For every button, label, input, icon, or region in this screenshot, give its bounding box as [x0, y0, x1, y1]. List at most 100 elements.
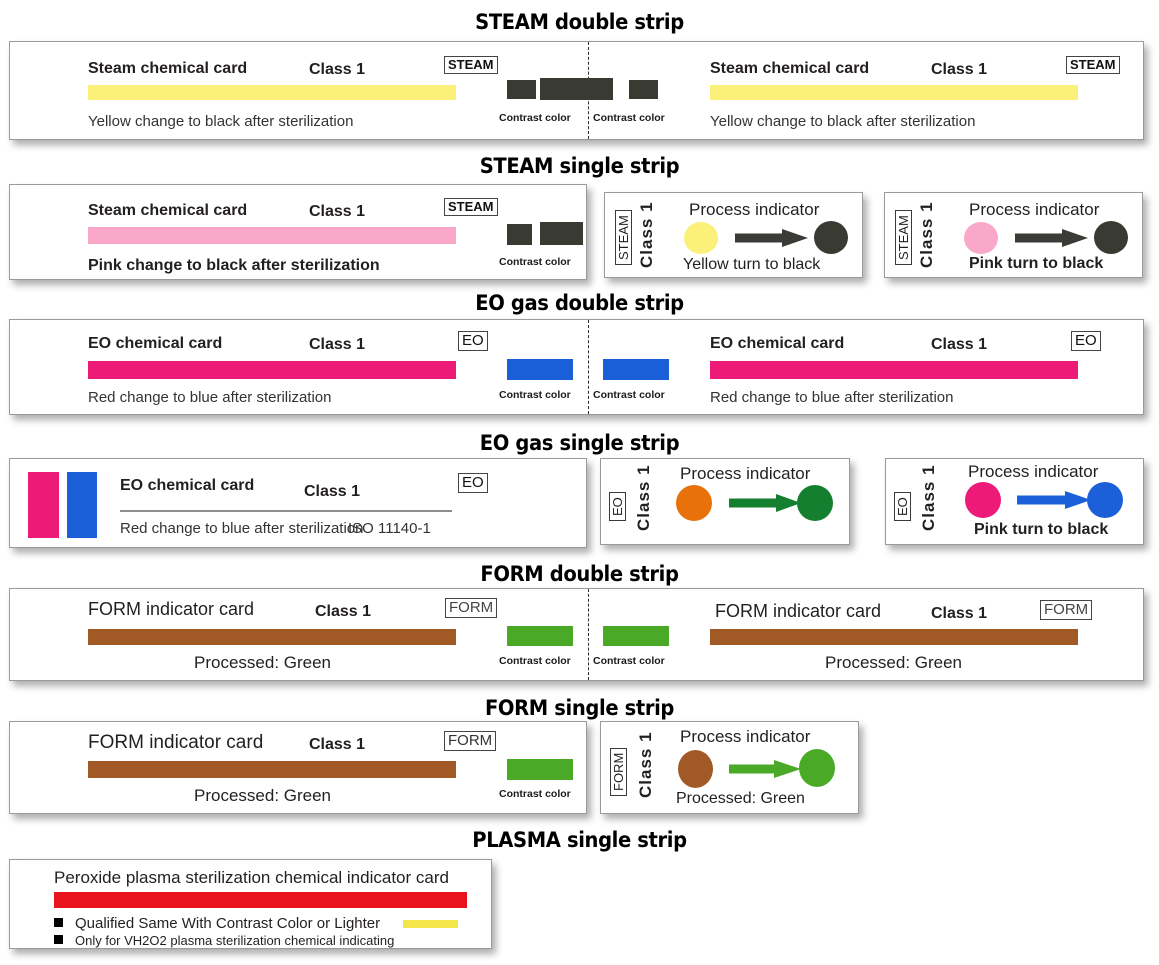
- form-single-class: Class 1: [309, 736, 366, 753]
- steam-vertical-chip: STEAM: [615, 210, 632, 265]
- indicator-caption: Yellow turn to black: [683, 256, 821, 273]
- form-double-left-class: Class 1: [315, 603, 372, 620]
- plasma-legend-swatch: [403, 920, 458, 928]
- section-title-form-single: FORM single strip: [484, 696, 675, 720]
- card-eo-single[interactable]: EO chemical card Class 1 EO Red change t…: [9, 458, 587, 548]
- contrast-swatch-right: [603, 359, 669, 380]
- form-double-right-caption: Processed: Green: [825, 653, 963, 672]
- steam-double-right-class: Class 1: [931, 61, 988, 78]
- contrast-swatch: [507, 759, 573, 780]
- transition-arrow: [1015, 229, 1088, 247]
- steam-single-title: Steam chemical card: [88, 202, 248, 219]
- steam-single-bar: [88, 227, 456, 244]
- section-title-form-double: FORM double strip: [480, 562, 679, 586]
- steam-double-left-caption: Yellow change to black after sterilizati…: [88, 113, 354, 130]
- contrast-swatch-right: [603, 626, 669, 646]
- card-steam-single[interactable]: Steam chemical card Class 1 STEAM Pink c…: [9, 184, 587, 280]
- contrast-swatch-b: [540, 222, 583, 245]
- eo-swatch-blue: [67, 472, 97, 538]
- indicator-dot-after: [1094, 221, 1128, 254]
- section-title-steam-single: STEAM single strip: [479, 154, 680, 178]
- transition-arrow: [1017, 491, 1091, 509]
- plasma-bullet-1: Qualified Same With Contrast Color or Li…: [75, 915, 381, 932]
- indicator-dot-after: [797, 485, 833, 521]
- contrast-swatch-left: [507, 626, 573, 646]
- contrast-color-label-right: Contrast color: [593, 389, 665, 401]
- eo-double-right-title: EO chemical card: [710, 335, 845, 352]
- indicator-caption: Pink turn to black: [974, 521, 1109, 538]
- contrast-color-label-left: Contrast color: [499, 112, 571, 124]
- card-form-indicator[interactable]: FORM Class 1 Process indicator Processed…: [600, 721, 859, 814]
- indicator-dot-before: [684, 222, 718, 254]
- steam-single-class: Class 1: [309, 203, 366, 220]
- transition-arrow: [729, 494, 801, 512]
- steam-double-right-bar: [710, 85, 1078, 100]
- eo-double-left-class: Class 1: [309, 336, 366, 353]
- eo-double-left-chip: EO: [458, 331, 488, 351]
- card-form-single[interactable]: FORM indicator card Class 1 FORM Process…: [9, 721, 587, 814]
- contrast-color-label-right: Contrast color: [593, 112, 665, 124]
- card-eo-double[interactable]: EO chemical card Class 1 EO Red change t…: [9, 319, 1144, 415]
- contrast-swatch-b: [540, 78, 613, 100]
- process-indicator-title: Process indicator: [968, 462, 1099, 481]
- card-steam-indicator-pink[interactable]: STEAM Class 1 Process indicator Pink tur…: [884, 192, 1143, 278]
- eo-double-left-title: EO chemical card: [88, 335, 223, 352]
- indicator-dot-before: [678, 750, 713, 788]
- contrast-color-label-left: Contrast color: [499, 655, 571, 667]
- form-single-bar: [88, 761, 456, 778]
- eo-vertical-class: Class 1: [919, 464, 938, 531]
- card-divider: [588, 320, 589, 414]
- eo-single-class: Class 1: [304, 483, 361, 500]
- indicator-dot-before: [965, 482, 1001, 518]
- eo-single-caption: Red change to blue after sterilization: [120, 520, 364, 537]
- card-divider: [588, 589, 589, 680]
- section-title-plasma-single: PLASMA single strip: [472, 828, 687, 852]
- process-indicator-title: Process indicator: [689, 200, 820, 219]
- steam-double-left-chip: STEAM: [444, 56, 498, 74]
- form-double-right-bar: [710, 629, 1078, 645]
- indicator-caption: Pink turn to black: [969, 255, 1104, 272]
- process-indicator-title: Process indicator: [680, 464, 811, 483]
- card-steam-double[interactable]: Steam chemical card Class 1 STEAM Yellow…: [9, 41, 1144, 140]
- contrast-color-label: Contrast color: [499, 256, 571, 268]
- steam-double-left-bar: [88, 85, 456, 100]
- eo-single-rule: [120, 510, 452, 512]
- eo-swatch-magenta: [28, 472, 59, 538]
- steam-vertical-class: Class 1: [637, 201, 656, 268]
- steam-single-chip: STEAM: [444, 198, 498, 216]
- form-single-caption: Processed: Green: [194, 786, 332, 805]
- plasma-bullet-2: Only for VH2O2 plasma sterilization chem…: [75, 933, 395, 948]
- form-vertical-class: Class 1: [636, 731, 655, 798]
- eo-double-right-class: Class 1: [931, 336, 988, 353]
- form-double-right-title: FORM indicator card: [715, 601, 882, 621]
- plasma-bar: [54, 892, 467, 908]
- card-plasma-single[interactable]: Peroxide plasma sterilization chemical i…: [9, 859, 492, 949]
- contrast-swatch-a: [507, 80, 536, 99]
- steam-single-caption: Pink change to black after sterilization: [88, 257, 380, 274]
- eo-double-right-chip: EO: [1071, 331, 1101, 351]
- steam-vertical-class: Class 1: [917, 201, 936, 268]
- section-title-eo-double: EO gas double strip: [475, 291, 684, 315]
- steam-double-right-chip: STEAM: [1066, 56, 1120, 74]
- steam-double-left-class: Class 1: [309, 61, 366, 78]
- eo-double-right-bar: [710, 361, 1078, 379]
- eo-double-left-caption: Red change to blue after sterilization: [88, 389, 332, 406]
- steam-double-right-caption: Yellow change to black after sterilizati…: [710, 113, 976, 130]
- steam-double-right-title: Steam chemical card: [710, 60, 870, 77]
- contrast-swatch-a: [507, 224, 532, 245]
- form-single-chip: FORM: [444, 731, 497, 751]
- eo-double-right-caption: Red change to blue after sterilization: [710, 389, 954, 406]
- card-steam-indicator-yellow[interactable]: STEAM Class 1 Process indicator Yellow t…: [604, 192, 863, 278]
- eo-vertical-chip: EO: [894, 492, 911, 521]
- card-eo-indicator-pink[interactable]: EO Class 1 Process indicator Pink turn t…: [885, 458, 1144, 545]
- contrast-swatch-c: [629, 80, 658, 99]
- contrast-color-label-right: Contrast color: [593, 655, 665, 667]
- process-indicator-title: Process indicator: [969, 200, 1100, 219]
- contrast-color-label: Contrast color: [499, 788, 571, 800]
- plasma-title: Peroxide plasma sterilization chemical i…: [54, 868, 449, 887]
- steam-double-left-title: Steam chemical card: [88, 60, 248, 77]
- form-double-right-chip: FORM: [1040, 600, 1093, 620]
- card-form-double[interactable]: FORM indicator card Class 1 FORM Process…: [9, 588, 1144, 681]
- form-vertical-chip: FORM: [610, 747, 627, 796]
- card-eo-indicator-orange[interactable]: EO Class 1 Process indicator: [600, 458, 850, 545]
